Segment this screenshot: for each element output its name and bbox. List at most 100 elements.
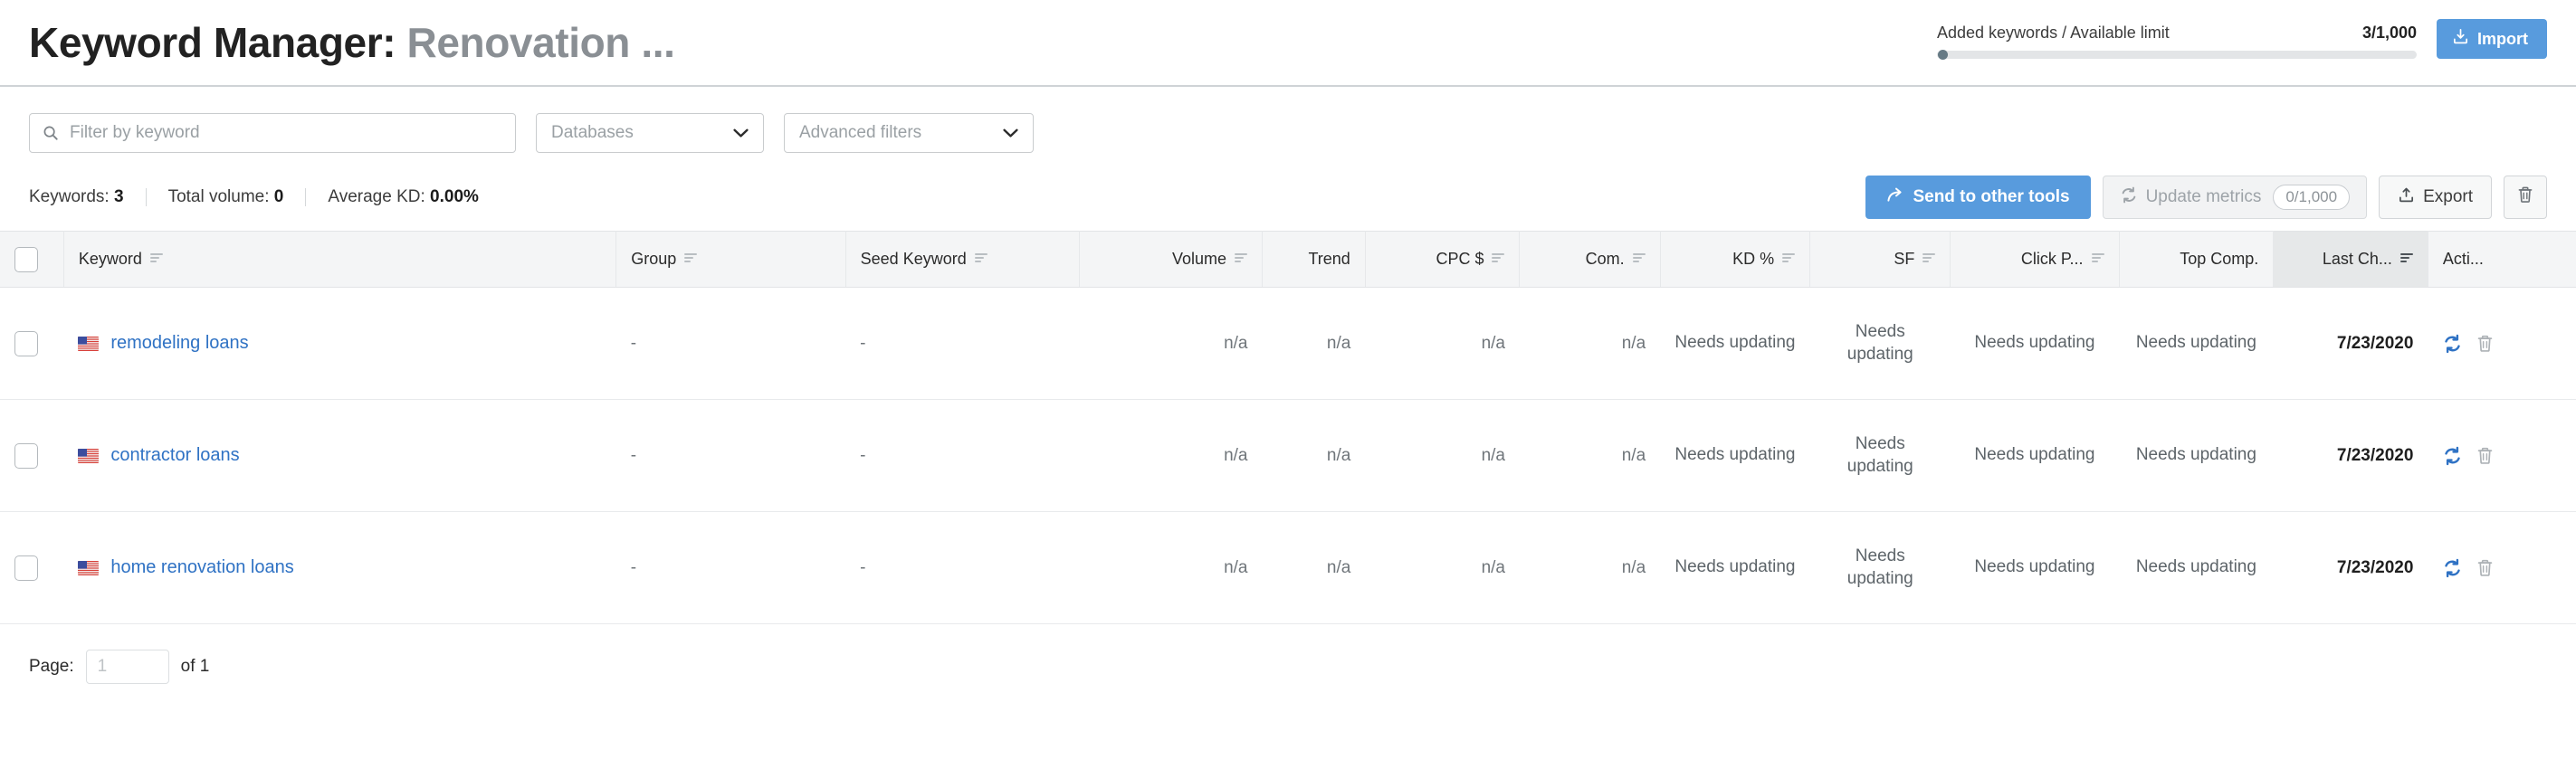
select-all-checkbox[interactable] — [14, 246, 38, 272]
keyword-link[interactable]: remodeling loans — [110, 333, 248, 354]
page-title: Keyword Manager: Renovation ... — [29, 22, 675, 63]
cell-competition: n/a — [1519, 511, 1661, 624]
row-refresh-button[interactable] — [2442, 334, 2463, 354]
cell-kd: Needs updating — [1660, 511, 1810, 624]
cell-cpc: n/a — [1365, 511, 1520, 624]
column-header-cpc[interactable]: CPC $ — [1365, 231, 1521, 288]
column-header-actions: Acti... — [2428, 231, 2576, 288]
cell-cpc: n/a — [1365, 287, 1520, 400]
databases-dropdown[interactable]: Databases — [536, 113, 764, 153]
column-header-last-change[interactable]: Last Ch... — [2273, 231, 2428, 288]
cell-sf-text: Needs updating — [1846, 434, 1913, 476]
table-row: home renovation loans - - n/a n/a n/a n/… — [0, 511, 2576, 624]
column-header-sf-label: SF — [1894, 250, 1915, 268]
cell-actions — [2428, 399, 2576, 512]
row-refresh-button[interactable] — [2442, 446, 2463, 466]
cell-click-potential: Needs updating — [1950, 399, 2120, 512]
column-header-volume-label: Volume — [1171, 250, 1226, 268]
select-all-header — [0, 231, 64, 288]
cell-group: - — [615, 399, 846, 512]
column-header-competition[interactable]: Com. — [1519, 231, 1661, 288]
cell-sf: Needs updating — [1809, 511, 1951, 624]
stat-divider — [145, 188, 147, 206]
cell-volume: n/a — [1079, 399, 1263, 512]
export-button-label: Export — [2423, 187, 2473, 206]
page-title-project: Renovation ... — [406, 19, 675, 66]
keyword-limit-block: Added keywords / Available limit 3/1,000… — [1937, 19, 2547, 66]
chevron-down-icon — [710, 128, 749, 138]
import-button[interactable]: Import — [2437, 19, 2547, 59]
column-header-kd-label: KD % — [1732, 250, 1775, 268]
table-header-row: Keyword Group Seed Keyword Volume Trend … — [0, 231, 2576, 288]
row-checkbox[interactable] — [14, 555, 38, 581]
databases-dropdown-label: Databases — [551, 123, 634, 142]
column-header-last-change-label: Last Ch... — [2322, 250, 2392, 268]
column-header-trend-label: Trend — [1308, 250, 1350, 268]
pagination-total: of 1 — [180, 657, 210, 676]
column-header-group-label: Group — [631, 250, 677, 268]
cell-top-competitor-text: Needs updating — [2135, 557, 2256, 577]
cell-last-change: 7/23/2020 — [2273, 399, 2428, 512]
sort-icon — [1922, 250, 1936, 269]
row-select-cell — [0, 399, 64, 512]
sort-icon — [1632, 250, 1646, 269]
keyword-link[interactable]: contractor loans — [110, 445, 239, 466]
update-metrics-button[interactable]: Update metrics 0/1,000 — [2102, 176, 2368, 219]
column-header-keyword[interactable]: Keyword — [63, 231, 617, 288]
column-header-group[interactable]: Group — [615, 231, 846, 288]
cell-seed-keyword: - — [845, 287, 1080, 400]
sort-icon — [974, 250, 987, 269]
send-to-other-tools-label: Send to other tools — [1913, 187, 2070, 206]
us-flag-icon — [78, 336, 100, 351]
cell-last-change-text: 7/23/2020 — [2336, 557, 2414, 577]
keyword-limit-label: Added keywords / Available limit — [1937, 24, 2170, 42]
column-header-volume[interactable]: Volume — [1079, 231, 1263, 288]
stat-keywords: Keywords: 3 — [29, 187, 124, 207]
column-header-kd[interactable]: KD % — [1660, 231, 1811, 288]
table-row: remodeling loans - - n/a n/a n/a n/a Nee… — [0, 287, 2576, 400]
pagination-input[interactable] — [85, 650, 169, 684]
delete-selected-button[interactable] — [2504, 176, 2547, 219]
pagination: Page: of 1 — [0, 624, 2576, 684]
cell-sf-text: Needs updating — [1846, 546, 1913, 588]
advanced-filters-dropdown[interactable]: Advanced filters — [784, 113, 1034, 153]
upload-export-icon — [2398, 186, 2415, 209]
cell-seed-keyword: - — [845, 399, 1080, 512]
progress-dot — [1938, 50, 1948, 60]
column-header-sf[interactable]: SF — [1809, 231, 1951, 288]
column-header-trend[interactable]: Trend — [1262, 231, 1366, 288]
keyword-link[interactable]: home renovation loans — [110, 557, 293, 578]
import-button-label: Import — [2477, 29, 2528, 48]
row-delete-button[interactable] — [2476, 558, 2495, 578]
keywords-table: Keyword Group Seed Keyword Volume Trend … — [0, 231, 2576, 624]
cell-click-potential: Needs updating — [1950, 511, 2120, 624]
stat-total-volume-value: 0 — [273, 187, 284, 206]
column-header-top-competitor[interactable]: Top Comp. — [2119, 231, 2275, 288]
cell-competition: n/a — [1519, 287, 1661, 400]
cell-kd: Needs updating — [1660, 399, 1810, 512]
advanced-filters-dropdown-label: Advanced filters — [799, 123, 922, 142]
sort-icon — [1492, 250, 1505, 269]
sort-icon — [149, 250, 163, 269]
row-delete-button[interactable] — [2476, 446, 2495, 466]
row-refresh-button[interactable] — [2442, 558, 2463, 578]
send-to-other-tools-button[interactable]: Send to other tools — [1865, 176, 2091, 219]
search-input[interactable] — [29, 113, 516, 153]
page-header: Keyword Manager: Renovation ... Added ke… — [0, 0, 2576, 87]
cell-kd-text: Needs updating — [1674, 445, 1796, 465]
cell-competition: n/a — [1519, 399, 1661, 512]
column-header-seed-keyword[interactable]: Seed Keyword — [845, 231, 1081, 288]
column-header-click-potential[interactable]: Click P... — [1950, 231, 2120, 288]
cell-keyword: contractor loans — [63, 399, 616, 512]
cell-click-potential-text: Needs updating — [1974, 557, 2095, 577]
update-metrics-count: 0/1,000 — [2273, 185, 2351, 210]
share-arrow-icon — [1886, 186, 1904, 209]
cell-actions — [2428, 511, 2576, 624]
row-checkbox[interactable] — [14, 442, 38, 469]
row-select-cell — [0, 287, 64, 400]
cell-top-competitor: Needs updating — [2119, 511, 2274, 624]
stat-total-volume: Total volume: 0 — [168, 187, 284, 207]
export-button[interactable]: Export — [2379, 176, 2492, 219]
row-checkbox[interactable] — [14, 330, 38, 356]
row-delete-button[interactable] — [2476, 334, 2495, 354]
